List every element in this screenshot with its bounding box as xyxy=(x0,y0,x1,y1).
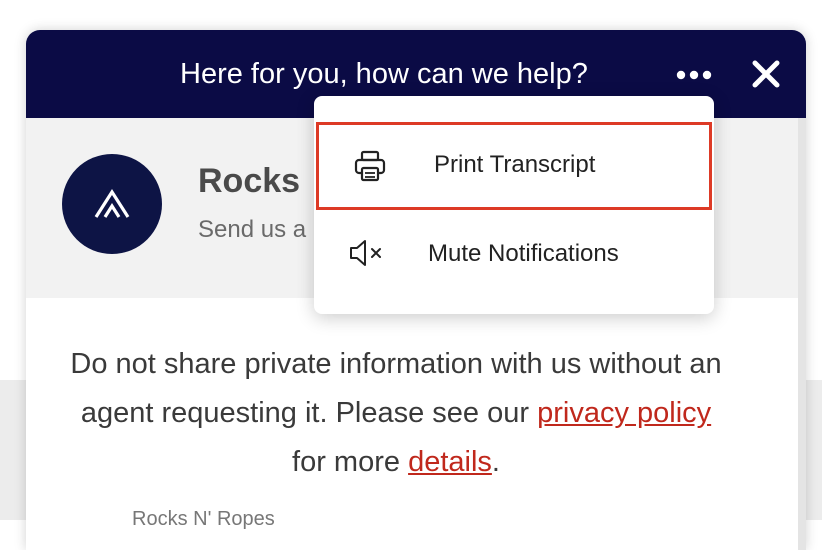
privacy-policy-link[interactable]: privacy policy xyxy=(537,397,711,429)
details-link[interactable]: details xyxy=(408,446,492,478)
menu-item-label: Mute Notifications xyxy=(428,240,619,267)
scrollbar[interactable] xyxy=(798,118,806,550)
printer-icon xyxy=(353,149,387,183)
agent-subtitle: Send us a xyxy=(198,216,307,243)
menu-item-label: Print Transcript xyxy=(434,151,596,178)
brand-logo-icon xyxy=(94,189,130,218)
options-menu: Print Transcript Mute Notifications xyxy=(314,96,714,314)
menu-item-mute-notifications[interactable]: Mute Notifications xyxy=(314,210,714,298)
close-icon xyxy=(752,60,780,88)
notice-text-middle: for more xyxy=(292,446,401,478)
notice-period: . xyxy=(491,446,500,478)
more-options-button[interactable] xyxy=(670,60,718,90)
speaker-mute-icon xyxy=(348,238,384,268)
agent-name: Rocks xyxy=(198,162,301,200)
privacy-notice: Do not share private information with us… xyxy=(66,340,726,487)
chat-header-title: Here for you, how can we help? xyxy=(180,58,588,90)
more-horizontal-icon xyxy=(676,70,712,80)
close-button[interactable] xyxy=(744,54,788,94)
avatar xyxy=(62,154,162,254)
menu-item-print-transcript[interactable]: Print Transcript xyxy=(316,122,712,210)
